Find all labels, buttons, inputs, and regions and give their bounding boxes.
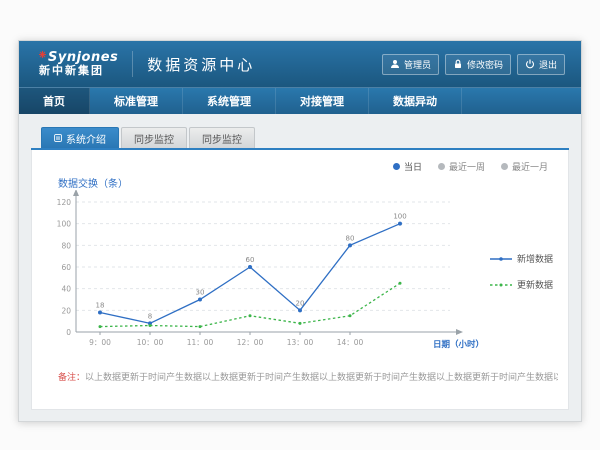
- filter-today[interactable]: 当日: [393, 160, 422, 173]
- brand-logo: Synjones 新中新集团: [29, 51, 118, 77]
- footnote-label: 备注：: [58, 373, 85, 383]
- logo-text-cn: 新中新集团: [39, 65, 118, 77]
- tab-label: 系统介绍: [66, 131, 106, 146]
- svg-text:120: 120: [57, 198, 72, 207]
- chart-row: 0 20 40 60 80 100 120 9：00 10：00 11：00 12：00 13：00 1…: [42, 190, 558, 362]
- svg-text:12：00: 12：00: [237, 338, 264, 347]
- tab-sync-monitor-1[interactable]: 同步监控: [121, 127, 187, 148]
- user-actions: 管理员 修改密码 退出: [382, 54, 565, 75]
- svg-text:100: 100: [57, 220, 72, 229]
- svg-text:14：00: 14：00: [337, 338, 364, 347]
- svg-text:13：00: 13：00: [287, 338, 314, 347]
- solid-line-sample-icon: [490, 255, 512, 263]
- change-password-label: 修改密码: [467, 58, 503, 71]
- logout-button[interactable]: 退出: [517, 54, 565, 75]
- lock-icon: [453, 59, 463, 69]
- footnote: 备注：以上数据更新于时间产生数据以上数据更新于时间产生数据以上数据更新于时间产生…: [42, 370, 558, 383]
- tab-system-intro[interactable]: 系统介绍: [41, 127, 119, 148]
- tab-bar: 系统介绍 同步监控 同步监控: [31, 127, 569, 148]
- logout-label: 退出: [539, 58, 557, 71]
- legend-label: 更新数据: [517, 278, 553, 291]
- nav-item-home[interactable]: 首页: [19, 88, 90, 114]
- admin-button-label: 管理员: [404, 58, 431, 71]
- svg-text:20: 20: [296, 299, 305, 307]
- nav-item-system-mgmt[interactable]: 系统管理: [183, 88, 276, 114]
- tab-label: 同步监控: [202, 131, 242, 146]
- filter-label: 最近一周: [449, 160, 485, 173]
- change-password-button[interactable]: 修改密码: [445, 54, 511, 75]
- svg-text:40: 40: [61, 285, 71, 294]
- svg-text:9：00: 9：00: [89, 338, 111, 347]
- main-nav: 首页 标准管理 系统管理 对接管理 数据异动: [19, 87, 581, 114]
- filter-label: 当日: [404, 160, 422, 173]
- svg-text:30: 30: [196, 289, 205, 297]
- line-chart: 0 20 40 60 80 100 120 9：00 10：00 11：00 12：00 13：00 1…: [42, 190, 488, 362]
- tab-sync-monitor-2[interactable]: 同步监控: [189, 127, 255, 148]
- header-divider: [132, 51, 133, 77]
- filter-dot-icon: [393, 163, 400, 170]
- content-area: 系统介绍 同步监控 同步监控 当日 最近一: [19, 114, 581, 410]
- user-icon: [390, 59, 400, 69]
- legend-label: 新增数据: [517, 252, 553, 265]
- chart-filters: 当日 最近一周 最近一月: [42, 154, 558, 173]
- svg-text:18: 18: [96, 302, 105, 310]
- app-window: Synjones 新中新集团 数据资源中心 管理员: [18, 40, 582, 422]
- svg-text:0: 0: [66, 328, 71, 337]
- chart-legend: 新增数据 更新数据: [490, 252, 553, 291]
- svg-text:80: 80: [346, 234, 355, 242]
- filter-last-week[interactable]: 最近一周: [438, 160, 485, 173]
- svg-text:20: 20: [61, 306, 71, 315]
- filter-dot-icon: [438, 163, 445, 170]
- svg-text:60: 60: [61, 263, 71, 272]
- tab-label: 同步监控: [134, 131, 174, 146]
- nav-item-standard-mgmt[interactable]: 标准管理: [90, 88, 183, 114]
- filter-last-month[interactable]: 最近一月: [501, 160, 548, 173]
- app-header: Synjones 新中新集团 数据资源中心 管理员: [19, 41, 581, 87]
- legend-item-updated-data[interactable]: 更新数据: [490, 278, 553, 291]
- nav-item-data-change[interactable]: 数据异动: [369, 88, 462, 114]
- filter-dot-icon: [501, 163, 508, 170]
- grid-icon: [54, 134, 62, 142]
- power-icon: [525, 59, 535, 69]
- svg-text:80: 80: [61, 241, 71, 250]
- app-title: 数据资源中心: [147, 54, 255, 75]
- filter-label: 最近一月: [512, 160, 548, 173]
- svg-text:日期（小时）: 日期（小时）: [433, 339, 484, 350]
- nav-item-connection-mgmt[interactable]: 对接管理: [276, 88, 369, 114]
- admin-button[interactable]: 管理员: [382, 54, 439, 75]
- svg-text:10：00: 10：00: [137, 338, 164, 347]
- svg-text:8: 8: [148, 312, 152, 320]
- footnote-text: 以上数据更新于时间产生数据以上数据更新于时间产生数据以上数据更新于时间产生数据以…: [85, 373, 558, 383]
- logo-text-en: Synjones: [48, 51, 118, 65]
- chart-panel: 当日 最近一周 最近一月 数据交换（条） 0 20 40 60 80 100 120 9：00…: [31, 150, 569, 410]
- svg-text:100: 100: [393, 213, 406, 221]
- svg-text:11：00: 11：00: [187, 338, 214, 347]
- dashed-line-sample-icon: [490, 281, 512, 289]
- y-axis-title: 数据交换（条）: [58, 175, 558, 190]
- legend-item-new-data[interactable]: 新增数据: [490, 252, 553, 265]
- logo-star-icon: [39, 51, 46, 58]
- desktop-background: Synjones 新中新集团 数据资源中心 管理员: [0, 0, 600, 450]
- svg-text:60: 60: [246, 256, 255, 264]
